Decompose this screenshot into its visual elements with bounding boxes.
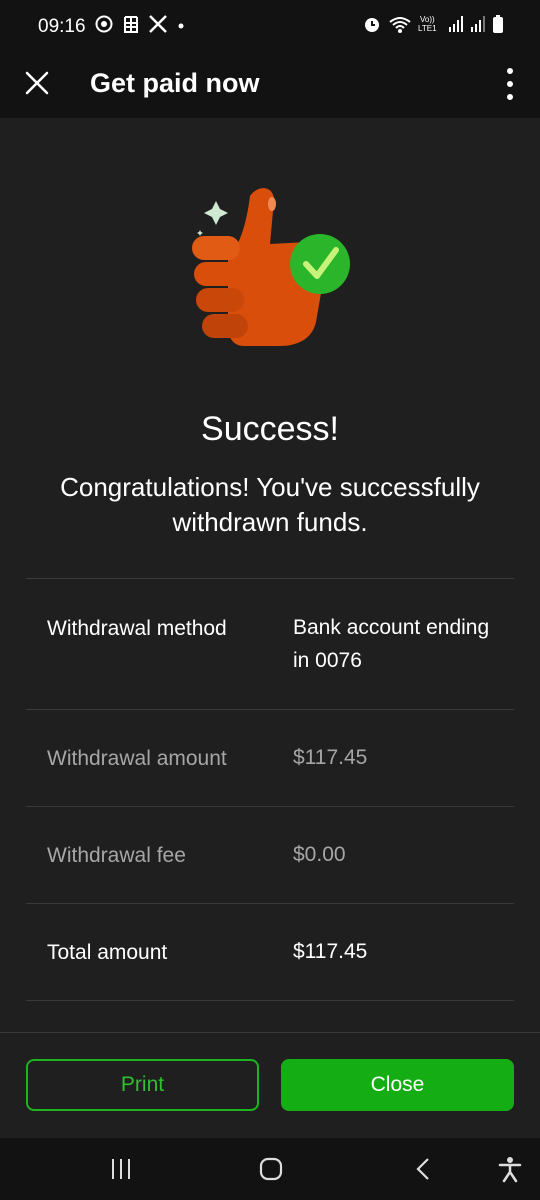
print-button[interactable]: Print — [26, 1059, 259, 1111]
status-bar: 09:16 Vo)) LTE1 — [0, 0, 540, 56]
detail-row-total: Total amount $117.45 — [26, 903, 514, 1001]
home-icon[interactable] — [258, 1156, 284, 1182]
action-bar: Print Close — [0, 1032, 540, 1139]
detail-label: Withdrawal method — [47, 617, 227, 640]
detail-label: Withdrawal amount — [47, 747, 227, 770]
close-icon[interactable] — [22, 68, 52, 98]
detail-value: $117.45 — [293, 746, 368, 769]
wifi-icon — [389, 17, 411, 33]
recent-apps-icon[interactable] — [108, 1157, 134, 1181]
calendar-icon — [124, 16, 138, 33]
success-content: Success! Congratulations! You've success… — [0, 118, 540, 1032]
back-icon[interactable] — [412, 1156, 436, 1182]
status-time: 09:16 — [38, 16, 86, 37]
success-message: Congratulations! You've successfully wit… — [60, 472, 480, 537]
detail-row-fee: Withdrawal fee $0.00 — [26, 806, 514, 903]
withdrawal-details: Withdrawal method Bank account ending in… — [26, 578, 514, 1001]
detail-value: $117.45 — [293, 940, 368, 963]
more-vert-icon[interactable] — [502, 68, 518, 100]
signal-icon-2 — [471, 16, 485, 32]
success-title: Success! — [201, 410, 339, 448]
app-bar: Get paid now — [0, 56, 540, 118]
status-right-icons: Vo)) LTE1 — [362, 14, 504, 34]
status-left-icons — [94, 14, 186, 34]
alarm-icon — [365, 18, 379, 32]
detail-label: Withdrawal fee — [47, 844, 186, 867]
dot-icon — [178, 23, 184, 29]
detail-value: $0.00 — [293, 843, 346, 866]
close-button[interactable]: Close — [281, 1059, 514, 1111]
page-title: Get paid now — [90, 68, 260, 98]
system-nav-bar — [0, 1138, 540, 1200]
battery-icon — [493, 15, 503, 33]
detail-row-amount: Withdrawal amount $117.45 — [26, 709, 514, 806]
volte-icon: Vo))LTE1 — [418, 15, 437, 33]
detail-value: Bank account ending in 0076 — [293, 616, 490, 672]
detail-row-method: Withdrawal method Bank account ending in… — [26, 578, 514, 709]
thumbs-up-check-icon — [192, 188, 350, 346]
svg-text:LTE1: LTE1 — [418, 24, 437, 33]
detail-label: Total amount — [47, 941, 168, 964]
signal-icon — [449, 16, 463, 32]
svg-text:Vo)): Vo)) — [420, 15, 435, 24]
sync-icon — [95, 15, 113, 33]
x-logo-icon — [149, 15, 167, 33]
accessibility-icon[interactable] — [496, 1155, 524, 1183]
